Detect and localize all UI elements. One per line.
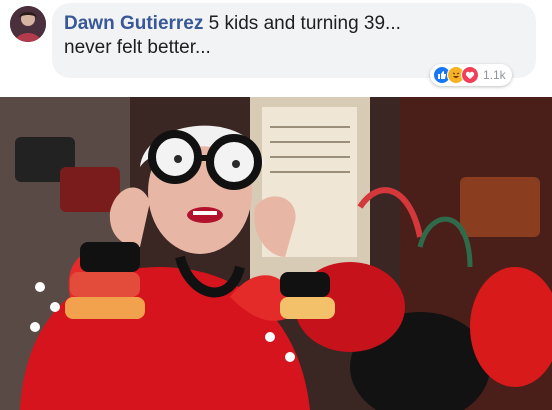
elderly-woman-photo — [0, 97, 552, 410]
post-photo[interactable] — [0, 97, 552, 410]
reactions-summary[interactable]: 1.1k — [430, 64, 512, 86]
comment-text-line1: 5 kids and turning 39... — [208, 13, 401, 34]
comment-body: Dawn Gutierrez 5 kids and turning 39... … — [64, 12, 524, 60]
comment-text-line2: never felt better... — [64, 37, 211, 58]
user-avatar[interactable] — [10, 6, 46, 42]
comment-author[interactable]: Dawn Gutierrez — [64, 13, 203, 34]
love-icon — [461, 66, 479, 84]
avatar-image — [10, 6, 46, 42]
reaction-count: 1.1k — [483, 68, 506, 82]
